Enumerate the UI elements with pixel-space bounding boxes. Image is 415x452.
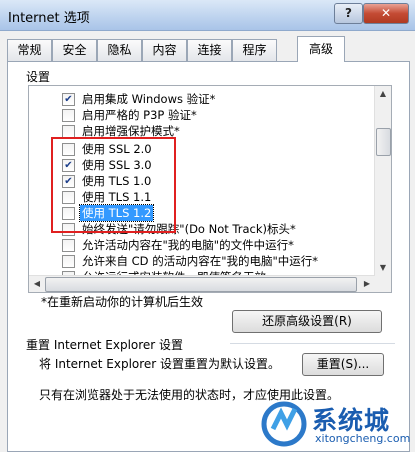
setting-item[interactable]: 启用严格的 P3P 验证* — [29, 107, 359, 123]
title-bar: Internet 选项 ? ✕ — [0, 0, 415, 31]
settings-group-label: 设置 — [26, 70, 51, 84]
checkbox[interactable] — [62, 255, 75, 268]
horizontal-scrollbar[interactable]: ◀ ▶ — [29, 275, 375, 292]
scroll-corner — [375, 276, 391, 292]
vertical-scroll-thumb[interactable] — [376, 128, 391, 156]
reset-button[interactable]: 重置(S)... — [302, 353, 384, 376]
tab-programs[interactable]: 程序 — [232, 39, 277, 61]
close-button[interactable]: ✕ — [363, 3, 409, 24]
watermark-logo-icon — [261, 401, 307, 447]
scroll-right-icon[interactable]: ▶ — [360, 277, 374, 291]
window-title: Internet 选项 — [8, 11, 90, 26]
tab-advanced[interactable]: 高级 — [297, 36, 345, 62]
highlight-box — [51, 137, 176, 233]
reset-group-label: 重置 Internet Explorer 设置 — [26, 338, 184, 352]
tab-security[interactable]: 安全 — [52, 39, 97, 61]
scroll-up-icon[interactable]: ▲ — [376, 87, 390, 101]
watermark: 系统城 xitongcheng.com — [255, 397, 415, 450]
checkbox[interactable] — [62, 109, 75, 122]
checkbox[interactable] — [62, 239, 75, 252]
scroll-down-icon[interactable]: ▼ — [376, 261, 390, 275]
restart-note: *在重新启动你的计算机后生效 — [41, 295, 204, 309]
tab-general[interactable]: 常规 — [7, 39, 52, 61]
watermark-url: xitongcheng.com — [315, 432, 411, 445]
tab-content[interactable]: 内容 — [142, 39, 187, 61]
setting-item[interactable]: 允许来自 CD 的活动内容在"我的电脑"中运行* — [29, 253, 359, 269]
setting-item[interactable]: ✔ 启用集成 Windows 验证* — [29, 91, 359, 107]
tab-connections[interactable]: 连接 — [187, 39, 232, 61]
vertical-scrollbar[interactable]: ▲ ▼ — [374, 86, 391, 276]
checkbox[interactable]: ✔ — [62, 93, 75, 106]
setting-item[interactable]: 允许活动内容在"我的电脑"的文件中运行* — [29, 237, 359, 253]
group-divider — [230, 343, 395, 344]
reset-description: 将 Internet Explorer 设置重置为默认设置。 — [39, 357, 281, 371]
scroll-left-icon[interactable]: ◀ — [30, 277, 44, 291]
tab-privacy[interactable]: 隐私 — [97, 39, 142, 61]
restore-advanced-button[interactable]: 还原高级设置(R) — [232, 310, 382, 333]
help-button[interactable]: ? — [334, 3, 363, 24]
horizontal-scroll-thumb[interactable] — [45, 277, 357, 292]
